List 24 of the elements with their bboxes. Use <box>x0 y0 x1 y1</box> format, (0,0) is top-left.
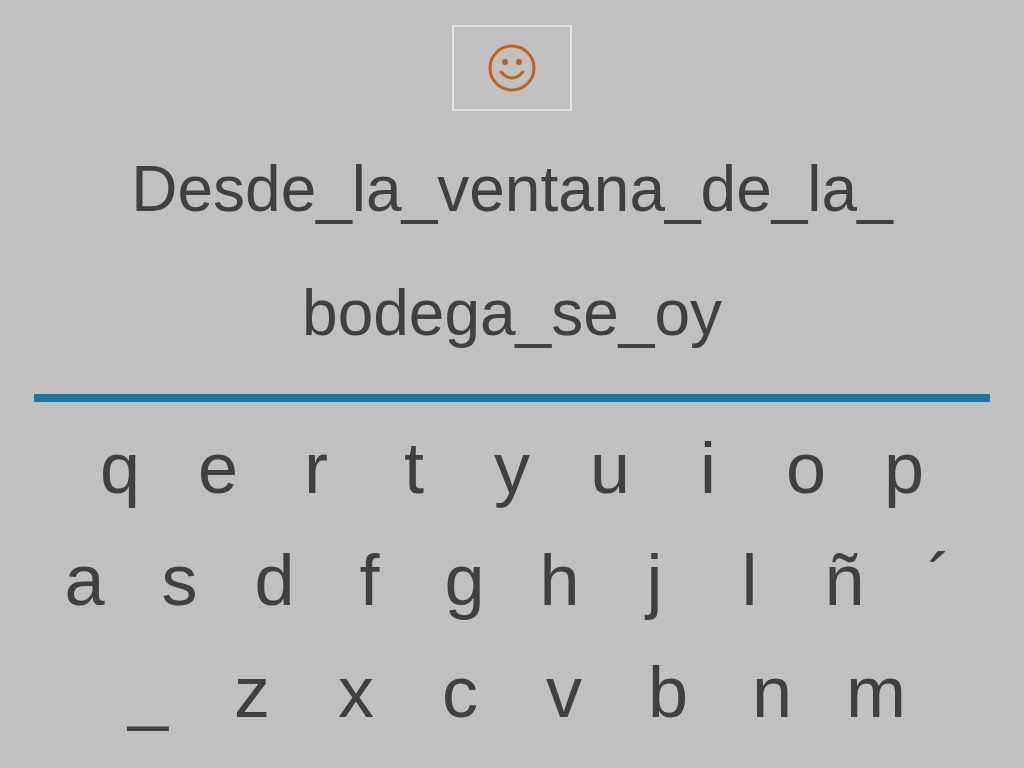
letter-key[interactable]: v <box>512 656 616 728</box>
letter-key[interactable]: x <box>304 656 408 728</box>
letter-key[interactable]: n <box>720 656 824 728</box>
letter-key[interactable]: e <box>169 432 267 504</box>
letter-key[interactable]: b <box>616 656 720 728</box>
letter-key[interactable]: t <box>365 432 463 504</box>
letter-key[interactable]: c <box>408 656 512 728</box>
letter-key[interactable]: r <box>267 432 365 504</box>
sentence-text: Desde_la_ventana_de_la_ <box>131 152 893 227</box>
letter-key[interactable]: a <box>37 544 132 616</box>
letter-key[interactable]: f <box>322 544 417 616</box>
letter-key[interactable]: ´ <box>892 544 987 616</box>
sentence-text: bodega_se_oy <box>302 276 722 351</box>
letter-key[interactable]: m <box>824 656 928 728</box>
letter-key[interactable]: h <box>512 544 607 616</box>
letter-key[interactable]: ñ <box>797 544 892 616</box>
letter-key[interactable]: u <box>561 432 659 504</box>
letter-key[interactable]: l <box>702 544 797 616</box>
letter-key[interactable]: d <box>227 544 322 616</box>
letter-key[interactable]: o <box>757 432 855 504</box>
letter-key[interactable]: i <box>659 432 757 504</box>
letter-key[interactable]: z <box>200 656 304 728</box>
smiley-icon <box>487 43 537 93</box>
letter-key[interactable]: s <box>132 544 227 616</box>
